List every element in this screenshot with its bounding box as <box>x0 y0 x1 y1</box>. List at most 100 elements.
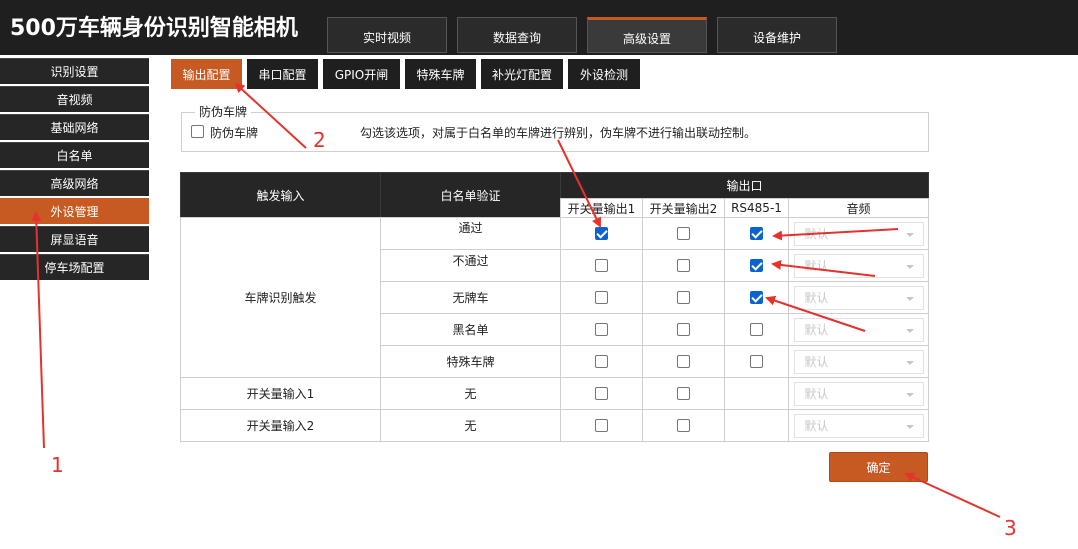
tab-advanced-settings[interactable]: 高级设置 <box>587 17 707 53</box>
cell-blacklist-out2 <box>642 313 725 346</box>
subtab-peripheral-detect[interactable]: 外设检测 <box>568 59 640 89</box>
sidebar-item-whitelist[interactable]: 白名单 <box>0 142 149 168</box>
cell-switch1-out2 <box>642 377 725 410</box>
row-label-pass-text: 通过 <box>458 221 483 235</box>
cell-pass-out2 <box>642 217 725 250</box>
select-switch1-audio[interactable]: 默认 <box>793 381 924 406</box>
select-switch2-audio[interactable]: 默认 <box>793 413 924 438</box>
cell-switch2-rs485 <box>724 409 789 442</box>
annotation-number-1: 1 <box>51 453 64 477</box>
select-switch1-audio-value: 默认 <box>804 387 829 401</box>
checkbox-noplate-out2[interactable] <box>677 291 690 304</box>
header-audio: 音频 <box>788 198 929 218</box>
sidebar: 识别设置 音视频 基础网络 白名单 高级网络 外设管理 屏显语音 停车场配置 <box>0 58 149 282</box>
row-switch-input-2: 开关量输入2 <box>180 409 381 442</box>
anti-fake-legend: 防伪车牌 <box>195 103 252 120</box>
app-header: 500万车辆身份识别智能相机 实时视频 数据查询 高级设置 设备维护 <box>0 0 1078 55</box>
cell-special-out1 <box>560 345 643 378</box>
checkbox-switch2-out1[interactable] <box>595 419 608 432</box>
checkbox-reject-out2[interactable] <box>677 259 690 272</box>
cell-switch2-out2 <box>642 409 725 442</box>
anti-fake-description: 勾选该选项，对属于白名单的车牌进行辨别，伪车牌不进行输出联动控制。 <box>360 126 757 140</box>
header-out2: 开关量输出2 <box>642 198 725 218</box>
checkbox-switch1-out2[interactable] <box>677 387 690 400</box>
row-switch-input-1: 开关量输入1 <box>180 377 381 410</box>
checkbox-blacklist-out1[interactable] <box>595 323 608 336</box>
plate-trigger-cell: 车牌识别触发 <box>180 217 381 378</box>
checkbox-reject-out1[interactable] <box>595 259 608 272</box>
checkbox-switch1-out1[interactable] <box>595 387 608 400</box>
cell-noplate-out2 <box>642 281 725 314</box>
cell-blacklist-out1 <box>560 313 643 346</box>
select-noplate-audio[interactable]: 默认 <box>793 285 924 310</box>
annotation-number-2: 2 <box>313 128 326 152</box>
cell-pass-out1 <box>560 217 643 250</box>
checkbox-noplate-rs485[interactable] <box>750 291 763 304</box>
anti-fake-checkbox[interactable] <box>191 125 204 138</box>
chevron-down-icon <box>905 360 914 365</box>
select-special-audio-value: 默认 <box>804 355 829 369</box>
select-pass-audio[interactable]: 默认 <box>793 221 924 246</box>
checkbox-special-out1[interactable] <box>595 355 608 368</box>
checkbox-noplate-out1[interactable] <box>595 291 608 304</box>
checkbox-pass-out2[interactable] <box>677 227 690 240</box>
checkbox-blacklist-rs485[interactable] <box>750 323 763 336</box>
chevron-down-icon <box>905 296 914 301</box>
sidebar-item-audio-video[interactable]: 音视频 <box>0 86 149 112</box>
sidebar-item-advanced-network[interactable]: 高级网络 <box>0 170 149 196</box>
select-special-audio[interactable]: 默认 <box>793 349 924 374</box>
row-switch-input-1-whitelist: 无 <box>380 377 561 410</box>
chevron-down-icon <box>905 264 914 269</box>
chevron-down-icon <box>905 232 914 237</box>
row-label-special: 特殊车牌 <box>380 345 561 378</box>
cell-switch2-out1 <box>560 409 643 442</box>
cell-switch1-rs485 <box>724 377 789 410</box>
cell-reject-out1 <box>560 249 643 282</box>
row-label-pass: 通过 <box>380 217 561 250</box>
header-rs485: RS485-1 <box>724 198 789 218</box>
header-trigger: 触发输入 <box>180 172 381 218</box>
checkbox-pass-rs485[interactable] <box>750 227 763 240</box>
select-reject-audio-value: 默认 <box>804 259 829 273</box>
sidebar-item-peripheral[interactable]: 外设管理 <box>0 198 149 224</box>
checkbox-switch2-out2[interactable] <box>677 419 690 432</box>
tab-device-maintenance[interactable]: 设备维护 <box>717 17 837 53</box>
sidebar-item-recognition[interactable]: 识别设置 <box>0 58 149 84</box>
tab-live-video[interactable]: 实时视频 <box>327 17 447 53</box>
cell-special-rs485 <box>724 345 789 378</box>
sidebar-item-display-voice[interactable]: 屏显语音 <box>0 226 149 252</box>
subtab-serial-config[interactable]: 串口配置 <box>247 59 318 89</box>
select-reject-audio[interactable]: 默认 <box>793 253 924 278</box>
row-label-noplate: 无牌车 <box>380 281 561 314</box>
cell-blacklist-audio: 默认 <box>788 313 929 346</box>
row-label-blacklist: 黑名单 <box>380 313 561 346</box>
subtab-special-plate[interactable]: 特殊车牌 <box>405 59 476 89</box>
cell-switch1-audio: 默认 <box>788 377 929 410</box>
checkbox-blacklist-out2[interactable] <box>677 323 690 336</box>
cell-reject-audio: 默认 <box>788 249 929 282</box>
cell-switch2-audio: 默认 <box>788 409 929 442</box>
tab-data-query[interactable]: 数据查询 <box>457 17 577 53</box>
cell-blacklist-rs485 <box>724 313 789 346</box>
cell-reject-rs485 <box>724 249 789 282</box>
anti-fake-label: 防伪车牌 <box>210 126 259 140</box>
subtab-gpio-open[interactable]: GPIO开闸 <box>323 59 400 89</box>
row-switch-input-2-whitelist: 无 <box>380 409 561 442</box>
sidebar-item-basic-network[interactable]: 基础网络 <box>0 114 149 140</box>
select-blacklist-audio[interactable]: 默认 <box>793 317 924 342</box>
cell-noplate-audio: 默认 <box>788 281 929 314</box>
confirm-button[interactable]: 确定 <box>829 452 928 482</box>
chevron-down-icon <box>905 392 914 397</box>
checkbox-reject-rs485[interactable] <box>750 259 763 272</box>
select-switch2-audio-value: 默认 <box>804 419 829 433</box>
select-noplate-audio-value: 默认 <box>804 291 829 305</box>
checkbox-special-rs485[interactable] <box>750 355 763 368</box>
subtab-output-config[interactable]: 输出配置 <box>171 59 242 89</box>
chevron-down-icon <box>905 424 914 429</box>
cell-special-out2 <box>642 345 725 378</box>
sidebar-item-parking[interactable]: 停车场配置 <box>0 254 149 280</box>
checkbox-pass-out1[interactable] <box>595 227 608 240</box>
chevron-down-icon <box>905 328 914 333</box>
checkbox-special-out2[interactable] <box>677 355 690 368</box>
subtab-fill-light[interactable]: 补光灯配置 <box>481 59 563 89</box>
